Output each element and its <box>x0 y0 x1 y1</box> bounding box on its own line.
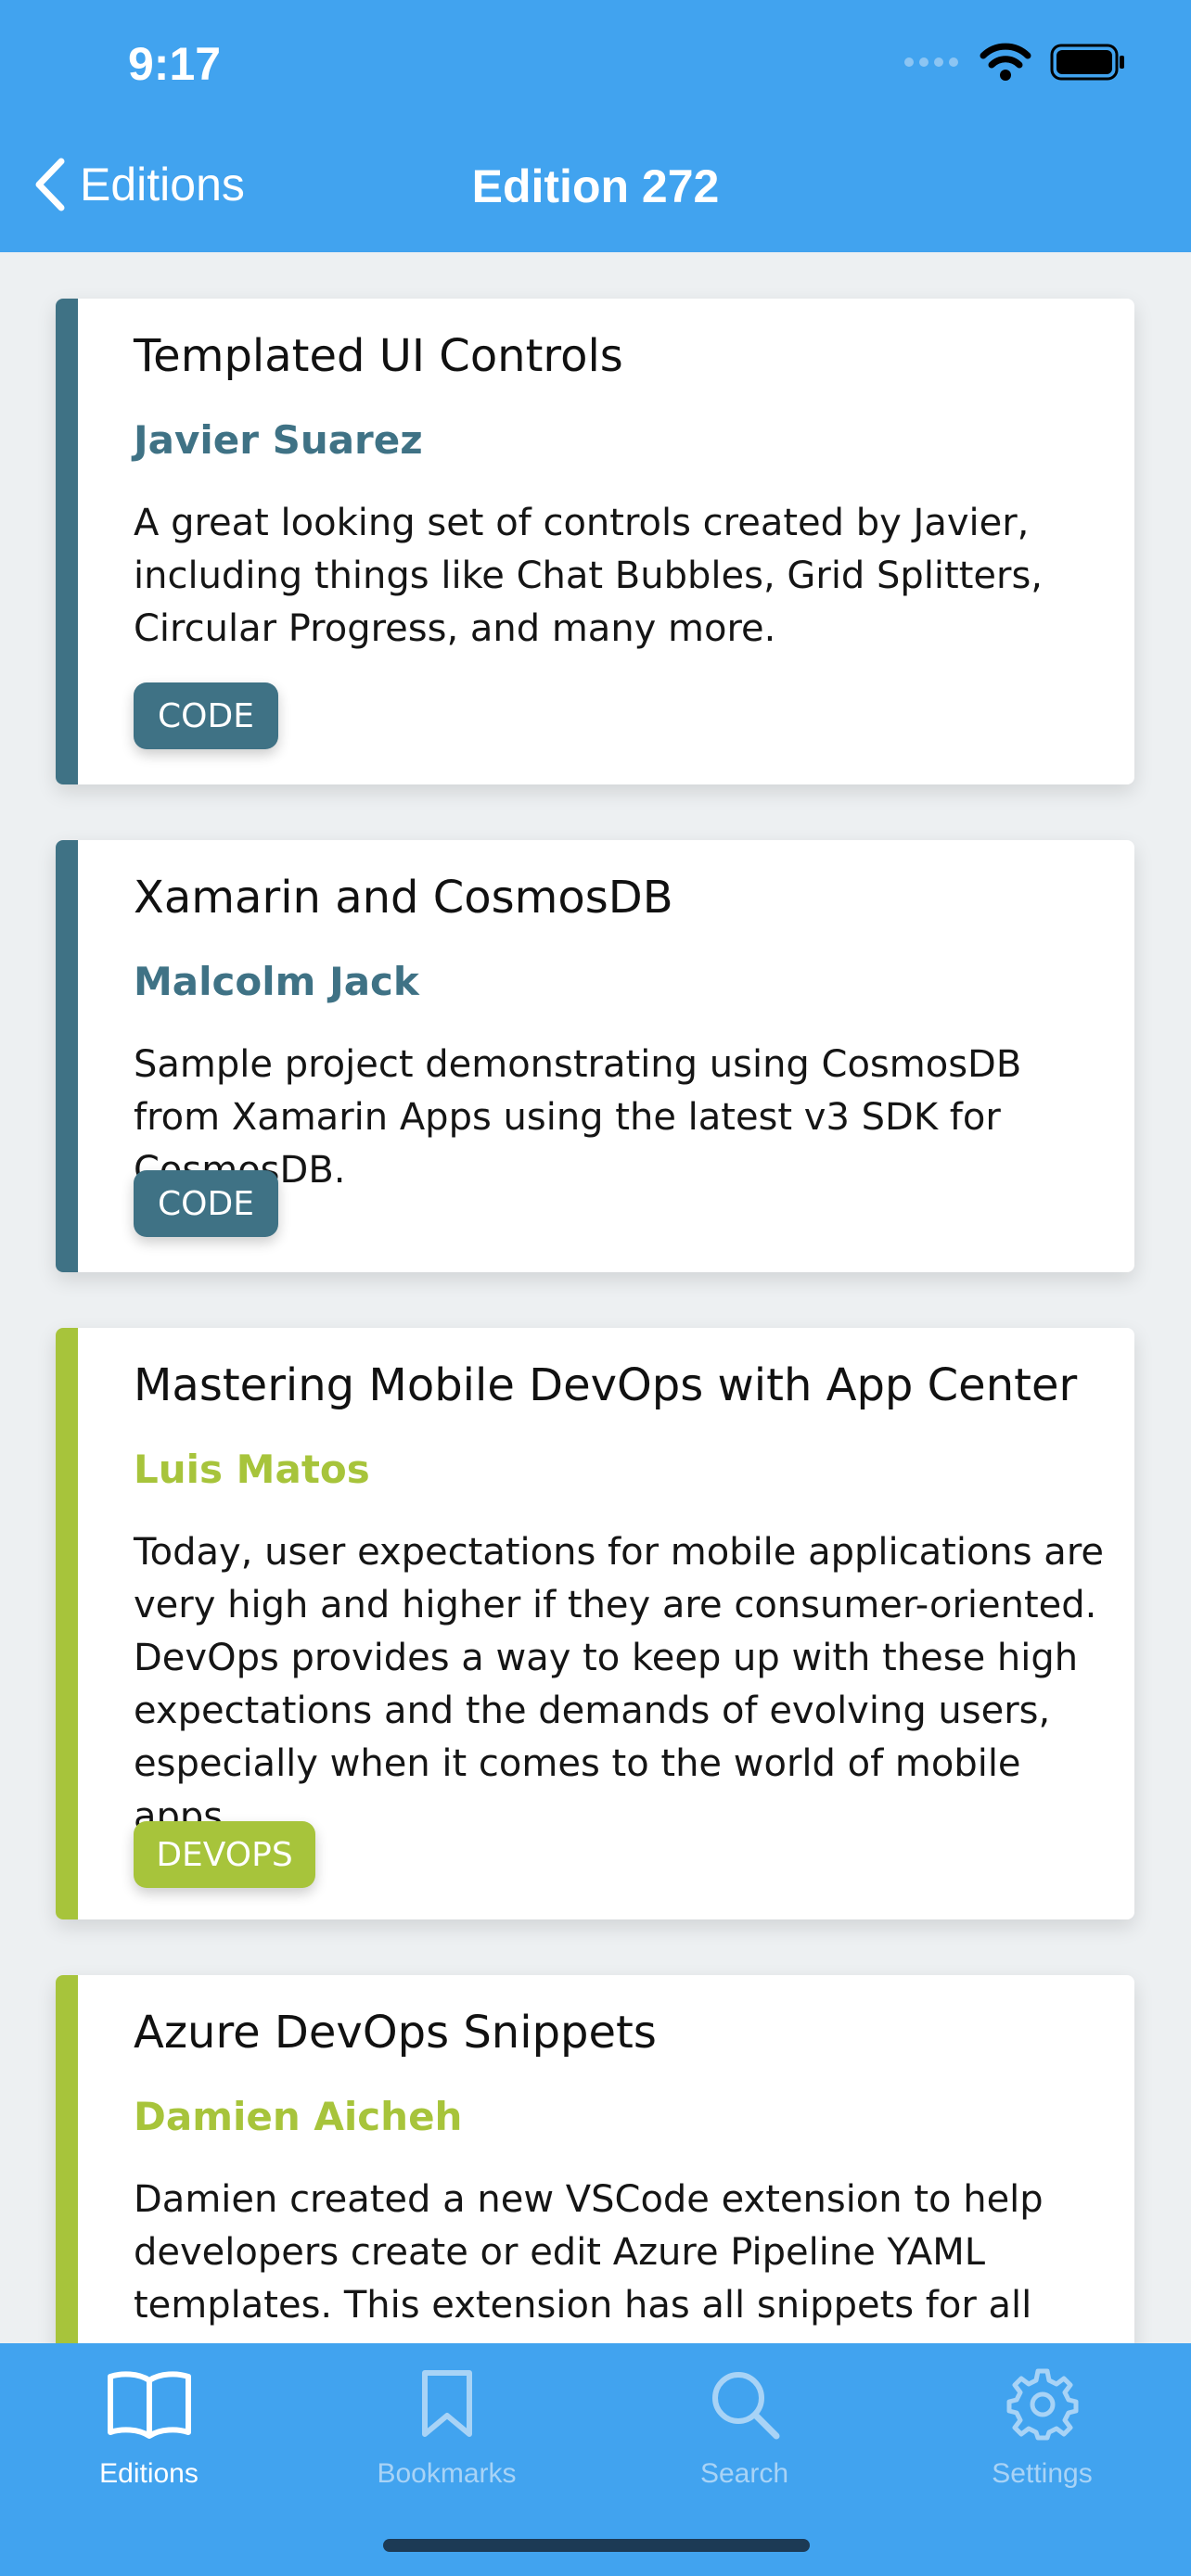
article-author[interactable]: Malcolm Jack <box>134 959 419 1004</box>
article-author[interactable]: Damien Aicheh <box>134 2094 462 2139</box>
category-tag[interactable]: CODE <box>134 682 278 749</box>
page-title: Edition 272 <box>471 160 720 212</box>
tab-settings[interactable]: Settings <box>893 2343 1191 2510</box>
tab-editions[interactable]: Editions <box>0 2343 298 2510</box>
article-card[interactable]: Mastering Mobile DevOps with App Center … <box>56 1328 1134 1919</box>
status-time: 9:17 <box>128 38 222 90</box>
wifi-icon <box>980 43 1031 81</box>
article-title: Templated UI Controls <box>134 330 623 382</box>
tab-label: Editions <box>99 2458 198 2489</box>
gear-icon <box>1006 2368 1078 2441</box>
article-description: Damien created a new VSCode extension to… <box>134 2178 1044 2327</box>
signal-icon <box>904 57 958 67</box>
tab-bookmarks[interactable]: Bookmarks <box>298 2343 596 2510</box>
category-tag[interactable]: DEVOPS <box>134 1821 315 1888</box>
article-title: Mastering Mobile DevOps with App Center <box>134 1359 1078 1411</box>
tab-label: Search <box>699 2458 789 2489</box>
home-indicator <box>383 2539 810 2552</box>
tab-search[interactable]: Search <box>596 2343 893 2510</box>
article-title: Azure DevOps Snippets <box>134 2007 657 2059</box>
bookmark-icon <box>421 2370 472 2437</box>
tab-label: Settings <box>992 2458 1093 2489</box>
article-card[interactable]: Xamarin and CosmosDB Malcolm Jack Sample… <box>56 840 1134 1272</box>
article-author[interactable]: Luis Matos <box>134 1447 370 1492</box>
card-accent-bar <box>56 1975 78 2343</box>
article-description: Sample project demonstrating using Cosmo… <box>134 1043 1022 1192</box>
card-accent-bar <box>56 840 78 1272</box>
article-title: Xamarin and CosmosDB <box>134 872 673 924</box>
navigation-header: 9:17 Editions Edition 272 <box>0 0 1191 252</box>
book-icon <box>107 2371 191 2439</box>
article-card[interactable]: Azure DevOps Snippets Damien Aicheh Dami… <box>56 1975 1134 2343</box>
status-icons <box>903 43 1126 82</box>
article-author[interactable]: Javier Suarez <box>134 417 423 463</box>
card-accent-bar <box>56 299 78 784</box>
article-list[interactable]: Templated UI Controls Javier Suarez A gr… <box>0 252 1191 2343</box>
category-tag[interactable]: CODE <box>134 1170 278 1237</box>
search-icon <box>711 2372 779 2440</box>
article-description: Today, user expectations for mobile appl… <box>134 1531 1104 1838</box>
tab-label: Bookmarks <box>377 2458 517 2489</box>
article-card[interactable]: Templated UI Controls Javier Suarez A gr… <box>56 299 1134 784</box>
card-accent-bar <box>56 1328 78 1919</box>
article-description: A great looking set of controls created … <box>134 502 1044 650</box>
battery-icon <box>1050 44 1124 81</box>
